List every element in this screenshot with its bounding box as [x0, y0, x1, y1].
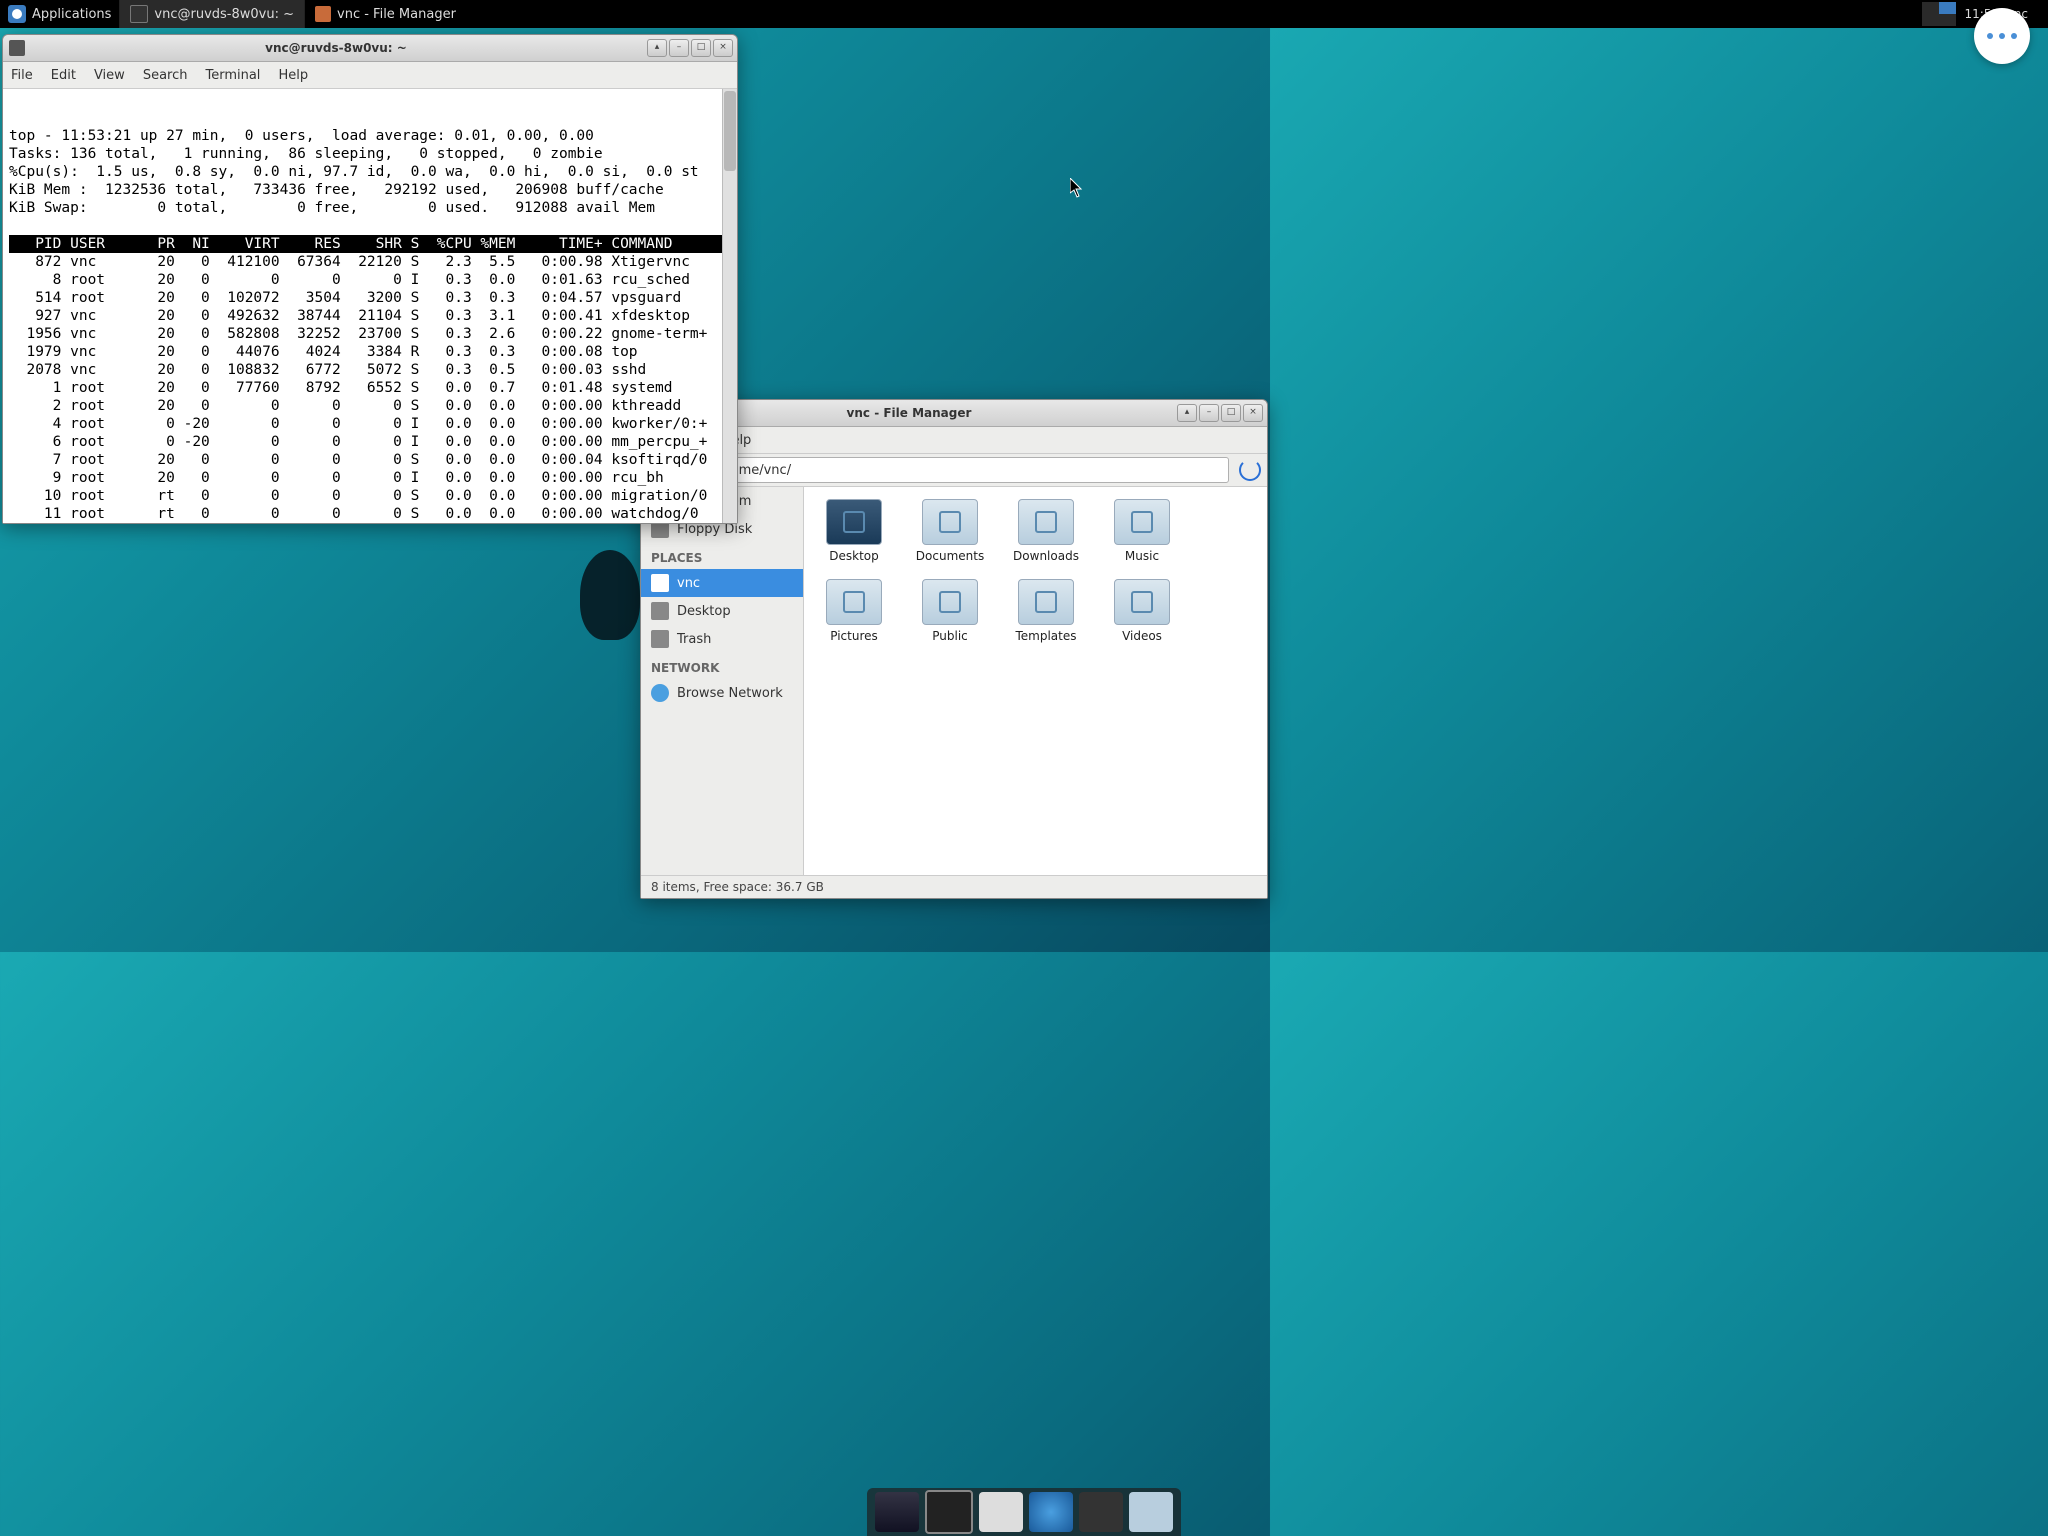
bottom-dock [867, 1488, 1181, 1536]
menu-file[interactable]: File [11, 68, 33, 83]
file-label: Pictures [816, 629, 892, 643]
fm-maximize-button[interactable]: □ [1221, 404, 1241, 422]
fm-reload-button[interactable] [1235, 458, 1261, 482]
sidebar-item-trash[interactable]: Trash [641, 625, 803, 653]
file-item-pictures[interactable]: Pictures [816, 579, 892, 643]
top-line2: Tasks: 136 total, 1 running, 86 sleeping… [9, 146, 603, 162]
taskbar-terminal-label: vnc@ruvds-8w0vu: ~ [154, 7, 294, 22]
file-label: Templates [1008, 629, 1084, 643]
fm-path-input[interactable]: /home/vnc/ [711, 457, 1229, 483]
menu-view[interactable]: View [94, 68, 125, 83]
applications-menu[interactable]: Applications [0, 5, 119, 23]
file-item-videos[interactable]: Videos [1104, 579, 1180, 643]
file-label: Videos [1104, 629, 1180, 643]
desktop-icon [651, 602, 669, 620]
applications-label: Applications [32, 7, 111, 22]
file-item-music[interactable]: Music [1104, 499, 1180, 563]
file-label: Music [1104, 549, 1180, 563]
file-item-desktop[interactable]: Desktop [816, 499, 892, 563]
terminal-menubar: File Edit View Search Terminal Help [3, 62, 737, 89]
top-line4: KiB Mem : 1232536 total, 733436 free, 29… [9, 182, 664, 198]
folder-icon [1018, 499, 1074, 545]
terminal-body[interactable]: top - 11:53:21 up 27 min, 0 users, load … [3, 89, 737, 523]
window-close-button[interactable]: × [713, 39, 733, 57]
home-icon [651, 574, 669, 592]
dock-web-browser[interactable] [1029, 1492, 1073, 1532]
overlay-menu-button[interactable] [1974, 8, 2030, 64]
sidebar-item-browse-network[interactable]: Browse Network [641, 679, 803, 707]
mouse-cursor [1070, 178, 1084, 198]
file-item-documents[interactable]: Documents [912, 499, 988, 563]
fm-sidebar: File System Floppy Disk PLACES vnc Deskt… [641, 487, 804, 875]
folder-icon [1018, 579, 1074, 625]
reload-icon [1239, 459, 1261, 481]
top-line3: %Cpu(s): 1.5 us, 0.8 sy, 0.0 ni, 97.7 id… [9, 164, 699, 180]
terminal-icon [130, 5, 148, 23]
trash-icon [651, 630, 669, 648]
dock-appfinder[interactable] [1079, 1492, 1123, 1532]
dock-home-folder[interactable] [1129, 1492, 1173, 1532]
file-label: Desktop [816, 549, 892, 563]
dock-terminal[interactable] [925, 1490, 973, 1534]
file-item-templates[interactable]: Templates [1008, 579, 1084, 643]
taskbar-item-terminal[interactable]: vnc@ruvds-8w0vu: ~ [119, 0, 304, 28]
menu-terminal[interactable]: Terminal [205, 68, 260, 83]
fm-close-button[interactable]: × [1243, 404, 1263, 422]
sidebar-network-header: NETWORK [641, 653, 803, 679]
sidebar-item-desktop[interactable]: Desktop [641, 597, 803, 625]
sidebar-places-header: PLACES [641, 543, 803, 569]
window-maximize-button[interactable]: □ [691, 39, 711, 57]
fm-statusbar: 8 items, Free space: 36.7 GB [641, 875, 1267, 898]
folder-icon [826, 499, 882, 545]
top-line5: KiB Swap: 0 total, 0 free, 0 used. 91208… [9, 200, 655, 216]
top-process-rows: 872 vnc 20 0 412100 67364 22120 S 2.3 5.… [9, 254, 707, 523]
fm-minimize-button[interactable]: – [1199, 404, 1219, 422]
file-label: Downloads [1008, 549, 1084, 563]
folder-icon [1114, 499, 1170, 545]
home-icon [315, 6, 331, 22]
top-line1: top - 11:53:21 up 27 min, 0 users, load … [9, 128, 594, 144]
window-rollup-button[interactable]: ▴ [647, 39, 667, 57]
folder-icon [922, 499, 978, 545]
menu-edit[interactable]: Edit [51, 68, 76, 83]
terminal-window-icon [9, 40, 25, 56]
dock-show-desktop[interactable] [875, 1492, 919, 1532]
dock-filemanager[interactable] [979, 1492, 1023, 1532]
folder-icon [826, 579, 882, 625]
terminal-scrollbar[interactable] [722, 89, 737, 523]
taskbar-fm-label: vnc - File Manager [337, 7, 456, 22]
taskbar-item-filemanager[interactable]: vnc - File Manager [304, 0, 466, 28]
xfce-logo-icon [8, 5, 26, 23]
terminal-title: vnc@ruvds-8w0vu: ~ [25, 41, 647, 55]
menu-search[interactable]: Search [143, 68, 188, 83]
top-panel: Applications vnc@ruvds-8w0vu: ~ vnc - Fi… [0, 0, 2048, 28]
file-label: Documents [912, 549, 988, 563]
workspace-switcher[interactable] [1922, 2, 1956, 26]
window-minimize-button[interactable]: – [669, 39, 689, 57]
terminal-titlebar[interactable]: vnc@ruvds-8w0vu: ~ ▴ – □ × [3, 35, 737, 62]
fm-rollup-button[interactable]: ▴ [1177, 404, 1197, 422]
file-item-downloads[interactable]: Downloads [1008, 499, 1084, 563]
file-item-public[interactable]: Public [912, 579, 988, 643]
sidebar-item-vnc[interactable]: vnc [641, 569, 803, 597]
folder-icon [1114, 579, 1170, 625]
desktop-mouse-silhouette [580, 550, 640, 640]
menu-help[interactable]: Help [278, 68, 308, 83]
fm-file-pane[interactable]: Desktop Documents Downloads Music Pictures Pu… [804, 487, 1267, 875]
file-label: Public [912, 629, 988, 643]
network-icon [651, 684, 669, 702]
top-header-row: PID USER PR NI VIRT RES SHR S %CPU %MEM … [9, 235, 731, 253]
terminal-window: vnc@ruvds-8w0vu: ~ ▴ – □ × File Edit Vie… [2, 34, 738, 524]
folder-icon [922, 579, 978, 625]
